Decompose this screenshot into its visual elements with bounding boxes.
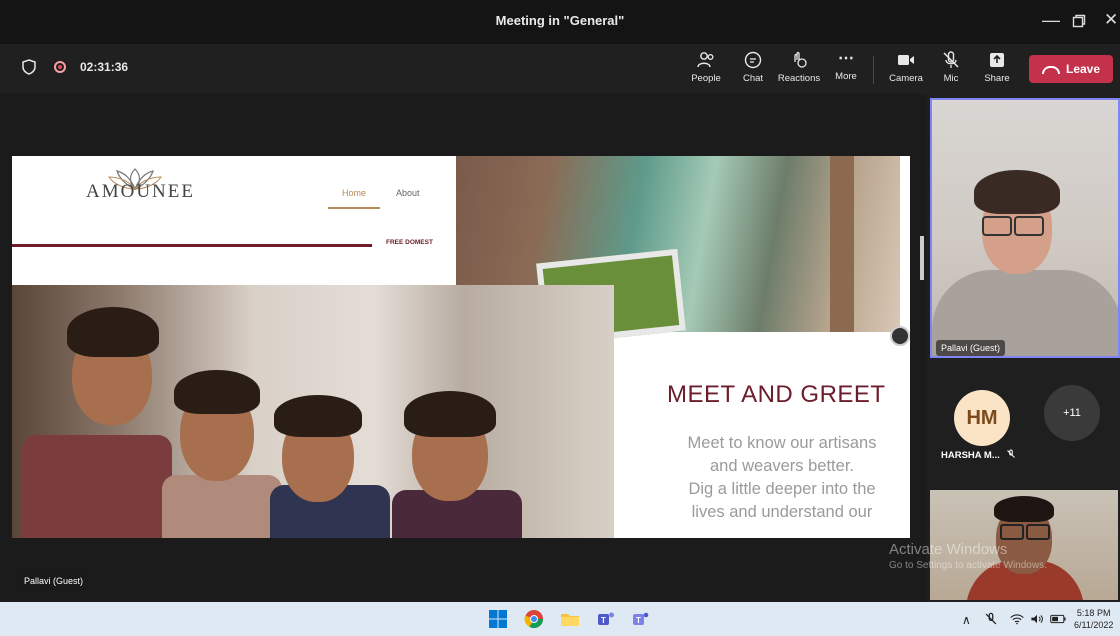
site-description-line: and weavers better.: [709, 457, 854, 475]
children-photo: [12, 285, 614, 538]
participant-name-harsha-text: HARSHA M...: [941, 450, 1000, 461]
chevron-up-icon[interactable]: ∧: [962, 613, 971, 627]
battery-icon[interactable]: [1050, 614, 1066, 624]
restore-icon[interactable]: [1072, 12, 1086, 32]
share-label: Share: [984, 73, 1010, 84]
shared-scrollbar: [920, 236, 924, 280]
mic-label: Mic: [943, 73, 959, 84]
minimize-icon[interactable]: —: [1042, 10, 1060, 30]
site-description: Meet to know our artisans and weavers be…: [652, 432, 912, 524]
file-explorer-icon[interactable]: [560, 609, 580, 629]
chrome-icon[interactable]: [524, 609, 544, 629]
mic-button[interactable]: Mic: [929, 50, 973, 90]
more-icon: ⋯: [838, 50, 854, 67]
participant-name-pallavi: Pallavi (Guest): [936, 340, 1006, 356]
more-participants-button[interactable]: +11: [1044, 385, 1100, 441]
volume-icon[interactable]: [1030, 613, 1044, 625]
camera-button[interactable]: Camera: [884, 50, 928, 90]
chat-button[interactable]: Chat: [731, 50, 775, 90]
clock-time: 5:18 PM: [1076, 608, 1111, 618]
svg-text:T: T: [601, 616, 606, 625]
site-divider: [12, 244, 372, 247]
wifi-icon[interactable]: [1010, 613, 1024, 625]
site-description-line: Dig a little deeper into the: [688, 480, 876, 498]
brand-name: AMOUNEE: [86, 181, 195, 202]
reactions-label: Reactions: [777, 73, 821, 84]
site-nav-home: Home: [342, 188, 367, 198]
shield-icon[interactable]: [22, 59, 36, 75]
windows-start-icon[interactable]: [488, 609, 508, 629]
people-label: People: [691, 73, 721, 84]
reactions-button[interactable]: Reactions: [777, 50, 821, 90]
svg-text:T: T: [636, 616, 641, 625]
leave-label: Leave: [1065, 62, 1101, 76]
chat-widget-icon: [890, 326, 910, 346]
chat-icon: [744, 51, 762, 69]
phone-hangup-icon: [1041, 65, 1060, 74]
presenter-name-tag: Pallavi (Guest): [18, 572, 90, 590]
activate-windows-subtext: Go to Settings to activate Windows.: [889, 560, 1047, 571]
reactions-icon: [794, 51, 807, 68]
camera-label: Camera: [889, 73, 923, 84]
window-title: Meeting in "General": [495, 13, 625, 28]
activate-windows-watermark: Activate Windows: [889, 541, 1008, 558]
participant-avatar-harsha[interactable]: HM: [954, 390, 1010, 446]
chat-label: Chat: [742, 73, 764, 84]
more-label: More: [835, 71, 857, 82]
people-icon: [697, 52, 714, 68]
site-headline: MEET AND GREET: [667, 381, 886, 408]
meeting-timer: 02:31:36: [80, 60, 129, 74]
mic-muted-icon: [1007, 449, 1016, 458]
share-button[interactable]: Share: [975, 50, 1019, 90]
taskbar-clock[interactable]: 5:18 PM 6/11/2022: [1074, 607, 1113, 631]
toolbar-separator: [873, 56, 874, 84]
teams-icon[interactable]: T: [596, 609, 616, 629]
more-button[interactable]: ⋯ More: [824, 50, 868, 90]
site-nav-about: About: [396, 188, 420, 198]
recording-icon: [54, 61, 66, 73]
teams-work-icon[interactable]: T: [630, 609, 650, 629]
site-description-line: Meet to know our artisans: [687, 434, 877, 452]
leave-button[interactable]: Leave: [1029, 55, 1113, 83]
participant-video-pallavi[interactable]: Pallavi (Guest): [930, 98, 1120, 358]
site-description-line: lives and understand our: [691, 503, 873, 521]
nav-underline: [328, 207, 380, 209]
close-icon[interactable]: ✕: [1104, 10, 1118, 30]
share-icon: [990, 53, 1004, 67]
camera-icon: [898, 55, 914, 65]
clock-date: 6/11/2022: [1074, 620, 1114, 630]
people-button[interactable]: People: [684, 50, 728, 90]
mic-muted-icon: [943, 51, 959, 68]
participant-name-harsha: HARSHA M...: [941, 449, 1016, 461]
mic-muted-tray-icon[interactable]: [984, 612, 998, 626]
site-banner-text: FREE DOMEST: [386, 239, 433, 246]
